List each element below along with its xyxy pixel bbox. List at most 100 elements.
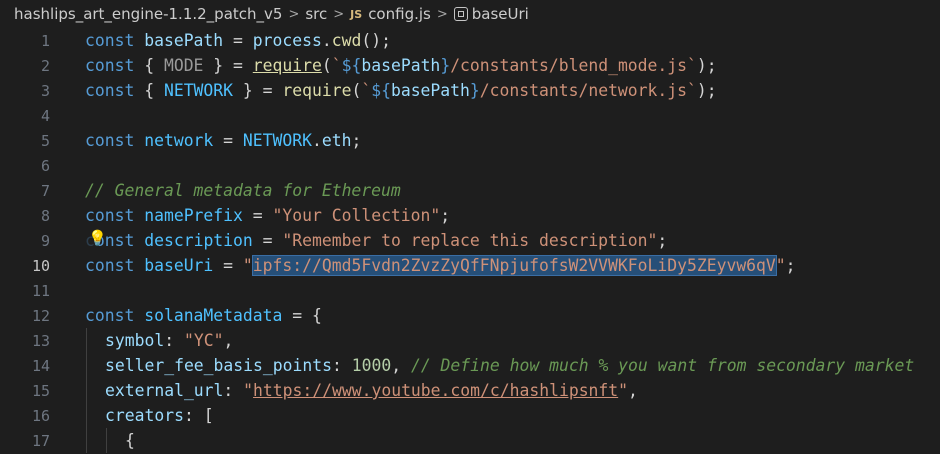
indent-guide — [86, 428, 87, 453]
punctuation-token: } — [440, 56, 451, 75]
code-line[interactable]: 4 — [0, 103, 940, 128]
line-number: 5 — [40, 131, 50, 150]
code-text: creators: [ — [105, 406, 214, 425]
identifier-token: description — [144, 231, 253, 250]
keyword-token: const — [85, 256, 135, 275]
punctuation-token: } = — [203, 56, 253, 75]
identifier-token: process — [252, 31, 322, 50]
breadcrumb-folder-src[interactable]: src — [305, 5, 327, 23]
code-line[interactable]: 9 const description = "Remember to repla… — [0, 228, 940, 253]
chevron-right-icon: > — [436, 6, 448, 22]
identifier-token: namePrefix — [144, 206, 243, 225]
string-token: ` — [331, 56, 342, 75]
comment-token: // General metadata for Ethereum — [85, 181, 401, 200]
indent-guide — [106, 428, 107, 453]
function-token: cwd — [331, 31, 362, 50]
identifier-token: MODE — [163, 56, 204, 75]
code-text: const network = NETWORK.eth; — [85, 131, 361, 150]
code-editor[interactable]: 1 const basePath = process.cwd(); 2 cons… — [0, 28, 940, 454]
string-token: /constants/network.js — [479, 81, 688, 100]
punctuation-token: ${ — [341, 56, 362, 75]
line-number: 11 — [31, 281, 50, 300]
breadcrumb-symbol[interactable]: baseUri — [472, 5, 529, 23]
line-number: 8 — [40, 206, 50, 225]
variable-symbol-icon — [453, 7, 468, 21]
code-line[interactable]: 1 const basePath = process.cwd(); — [0, 28, 940, 53]
identifier-token: NETWORK — [242, 131, 312, 150]
punctuation-token: ); — [696, 81, 717, 100]
line-number: 6 — [40, 156, 50, 175]
line-number: 1 — [40, 31, 50, 50]
keyword-token: const — [85, 81, 135, 100]
property-token: creators — [105, 406, 184, 425]
code-text: const baseUri = "ipfs://Qmd5Fvdn2ZvzZyQf… — [85, 255, 796, 276]
punctuation-token: ; — [351, 131, 362, 150]
punctuation-token: (); — [361, 31, 391, 50]
punctuation-token: = — [213, 256, 243, 275]
punctuation-token: ; — [657, 231, 668, 250]
punctuation-token: } — [469, 81, 480, 100]
punctuation-token: ); — [696, 56, 717, 75]
code-line[interactable]: 16 creators: [ — [0, 403, 940, 428]
code-line[interactable]: 15 external_url: "https://www.youtube.co… — [0, 378, 940, 403]
code-text: const namePrefix = "Your Collection"; — [85, 206, 450, 225]
code-line[interactable]: 12 const solanaMetadata = { — [0, 303, 940, 328]
code-line[interactable]: 2 const { MODE } = require(`${basePath}/… — [0, 53, 940, 78]
breadcrumb-project[interactable]: hashlips_art_engine-1.1.2_patch_v5 — [14, 5, 282, 23]
code-text: const description = "Remember to replace… — [85, 231, 667, 250]
line-number: 17 — [31, 431, 50, 450]
keyword-token: const — [85, 306, 135, 325]
string-token: ` — [687, 81, 697, 100]
punctuation-token: : — [164, 331, 184, 350]
breadcrumb-file[interactable]: config.js — [368, 5, 431, 23]
code-text: const { NETWORK } = require(`${basePath}… — [85, 81, 717, 100]
breadcrumb: hashlips_art_engine-1.1.2_patch_v5 > src… — [0, 0, 940, 28]
code-line[interactable]: 11 — [0, 278, 940, 303]
code-text: { — [125, 431, 135, 450]
lightbulb-icon[interactable]: 💡 — [88, 229, 107, 247]
string-token: ` — [687, 56, 697, 75]
code-line[interactable]: 13 symbol: "YC", — [0, 328, 940, 353]
line-number: 4 — [40, 106, 50, 125]
code-line-active[interactable]: 10 const baseUri = "ipfs://Qmd5Fvdn2ZvzZ… — [0, 253, 940, 278]
property-token: seller_fee_basis_points — [105, 356, 332, 375]
keyword-token: const — [85, 56, 135, 75]
line-number: 7 — [40, 181, 50, 200]
chevron-right-icon: > — [288, 6, 300, 22]
url-link[interactable]: https://www.youtube.com/c/hashlipsnft — [253, 381, 618, 400]
javascript-file-icon: JS — [350, 7, 363, 21]
string-token: "Remember to replace this description" — [282, 231, 658, 250]
punctuation-token: . — [311, 131, 322, 150]
line-number: 10 — [31, 256, 50, 275]
code-line[interactable]: 6 — [0, 153, 940, 178]
identifier-token: network — [144, 131, 214, 150]
line-number: 3 — [40, 81, 50, 100]
punctuation-token: : — [183, 406, 204, 425]
punctuation-token: [ — [203, 406, 214, 425]
selected-text[interactable]: ipfs://Qmd5Fvdn2ZvzZyQfFNpjufofsW2VVWKFo… — [251, 255, 777, 276]
code-line[interactable]: 17 { — [0, 428, 940, 453]
code-text: symbol: "YC", — [105, 331, 233, 350]
punctuation-token: = — [242, 206, 273, 225]
code-text: external_url: "https://www.youtube.com/c… — [105, 381, 638, 400]
code-line[interactable]: 14 seller_fee_basis_points: 1000, // Def… — [0, 353, 940, 378]
punctuation-token: ( — [321, 56, 332, 75]
code-text: seller_fee_basis_points: 1000, // Define… — [105, 356, 914, 375]
indent-guide — [86, 403, 87, 428]
string-token: "YC" — [183, 331, 224, 350]
code-line[interactable]: 8 const namePrefix = "Your Collection"; — [0, 203, 940, 228]
function-token: require — [252, 56, 322, 75]
punctuation-token: ( — [351, 81, 362, 100]
property-token: external_url — [105, 381, 224, 400]
code-line[interactable]: 3 const { NETWORK } = require(`${basePat… — [0, 78, 940, 103]
keyword-token: const — [85, 206, 135, 225]
string-token: /constants/blend_mode.js — [450, 56, 688, 75]
code-line[interactable]: 5 const network = NETWORK.eth; — [0, 128, 940, 153]
code-line[interactable]: 7 // General metadata for Ethereum — [0, 178, 940, 203]
indent-guide — [86, 328, 87, 353]
identifier-token: NETWORK — [163, 81, 234, 100]
comment-token: // Define how much % you want from secon… — [410, 356, 915, 375]
punctuation-token: = — [223, 31, 253, 50]
line-number: 9 — [40, 231, 50, 250]
punctuation-token: } = — [233, 81, 283, 100]
